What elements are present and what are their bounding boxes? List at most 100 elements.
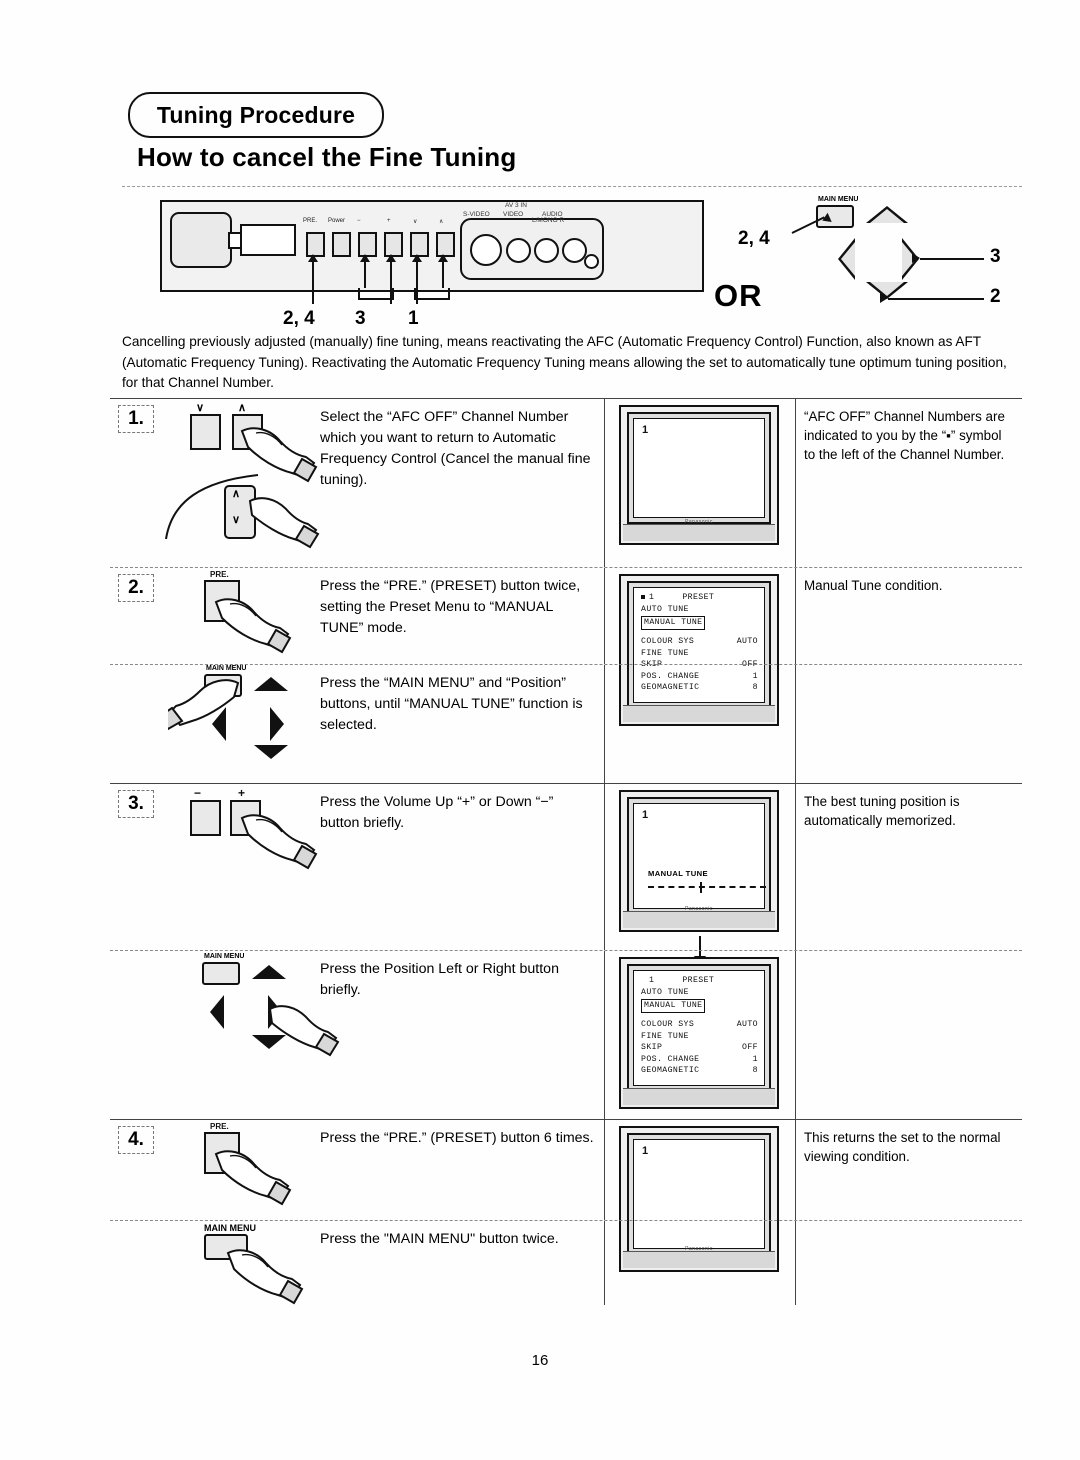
step-row-3: 3. − + Press the Volume Up “+” or Down “… <box>110 783 1022 965</box>
position-right-arrow-icon[interactable] <box>270 707 284 741</box>
osd-setting-label: POS. CHANGE <box>641 1054 700 1064</box>
osd-setting-fine-tune[interactable]: FINE TUNE <box>641 648 758 660</box>
step-number-2: 2. <box>118 574 154 602</box>
osd-title-2: PRESET <box>682 976 715 985</box>
osd-setting-label: SKIP <box>641 1043 663 1053</box>
callout-number-volume: 3 <box>355 308 366 329</box>
step-number-cell-3b <box>110 951 162 1119</box>
osd-setting-colour-sys[interactable]: COLOUR SYS AUTO <box>641 636 758 648</box>
osd-channel: 1 <box>649 593 655 602</box>
caret-up-icon: ∧ <box>238 402 247 414</box>
position-up-arrow-icon[interactable] <box>252 965 286 979</box>
osd-fine-tune-cursor[interactable] <box>700 882 702 893</box>
osd-title-row-2: 1 PRESET <box>641 975 758 987</box>
callout-arrow-channel-down <box>412 254 422 262</box>
panel-jack-large <box>240 224 296 256</box>
step-note-2: Manual Tune condition. <box>804 578 943 593</box>
step-text-2: Press the “PRE.” (PRESET) button twice, … <box>320 578 581 637</box>
step-number-1: 1. <box>118 405 154 433</box>
position-down-arrow-icon[interactable] <box>254 745 288 759</box>
osd-item-manual-tune[interactable]: MANUAL TUNE <box>641 616 706 630</box>
step-tv-cell-4: 1 Panasonic <box>604 1120 796 1272</box>
osd-item-auto-tune[interactable]: AUTO TUNE <box>641 604 758 616</box>
volume-up-symbol: + <box>238 786 246 800</box>
osd-fine-tune-bar[interactable] <box>648 886 766 888</box>
osd-setting-fine-tune-2[interactable]: FINE TUNE <box>641 1031 758 1043</box>
speaker-grille <box>170 212 232 268</box>
step-text-3: Press the Volume Up “+” or Down “−” butt… <box>320 794 554 832</box>
panel-button-volume-up-label: + <box>387 218 391 224</box>
step-note-3b <box>796 951 1022 1119</box>
front-panel-diagram: PRE. Power − + ∨ ∧ AV 3 IN S-VIDEO VIDEO… <box>160 192 704 304</box>
av-label-channels: L/MONO R <box>532 217 565 224</box>
step-note-4b <box>796 1221 1022 1305</box>
step-art-1: ∨ ∧ ∧ ∨ <box>162 399 320 567</box>
step3b-main-menu-button[interactable] <box>202 962 240 985</box>
osd-setting-label: FINE TUNE <box>641 648 689 658</box>
position-left-arrow-icon[interactable] <box>210 995 224 1029</box>
callout-arrow-volume-down <box>360 254 370 262</box>
step3-button-volume-down[interactable] <box>190 800 221 836</box>
osd-setting-skip-2[interactable]: SKIP OFF <box>641 1042 758 1054</box>
step-row-4b: MAIN MENU Press the "MAIN MENU" button t… <box>110 1220 1022 1305</box>
step-note-4: This returns the set to the normal viewi… <box>804 1130 1001 1165</box>
page-title: How to cancel the Fine Tuning <box>137 142 517 172</box>
step-art-3: − + <box>162 784 320 950</box>
tv-illustration-3: 1 MANUAL TUNE Panasonic <box>619 790 779 932</box>
hand-pointer-icon <box>268 1005 340 1057</box>
av-jack-headphone <box>584 254 599 269</box>
osd-setting-geomagnetic-2[interactable]: GEOMAGNETIC 8 <box>641 1065 758 1077</box>
step1-button-channel-down[interactable] <box>190 414 221 450</box>
manual-page: Tuning Procedure How to cancel the Fine … <box>0 0 1080 1460</box>
step-text-4b: Press the "MAIN MENU" button twice. <box>320 1231 559 1247</box>
rocker-down-icon: ∨ <box>232 514 241 526</box>
callout-number-channel: 1 <box>408 308 419 329</box>
callout-arrow-channel-up <box>438 254 448 262</box>
osd-item-auto-tune-2[interactable]: AUTO TUNE <box>641 987 758 999</box>
section-badge-label: Tuning Procedure <box>156 101 356 128</box>
osd-setting-colour-sys-2[interactable]: COLOUR SYS AUTO <box>641 1019 758 1031</box>
position-up-arrow-icon[interactable] <box>254 677 288 691</box>
osd-setting-value: AUTO <box>736 1019 758 1029</box>
step-tv-cell-2: 1 PRESET AUTO TUNE MANUAL TUNE COLOUR SY… <box>604 568 796 726</box>
callout-number-preset: 2, 4 <box>283 308 315 329</box>
callout-arrow-volume-up <box>386 254 396 262</box>
callout-number-right: 3 <box>990 246 1001 267</box>
step-number-3: 3. <box>118 790 154 818</box>
osd-setting-pos-change-2[interactable]: POS. CHANGE 1 <box>641 1054 758 1066</box>
step-number-cell-4: 4. <box>110 1120 162 1220</box>
av-label-top: AV 3 IN <box>505 202 527 209</box>
position-up-arrow-icon[interactable] <box>866 206 908 223</box>
step-text-2b: Press the “MAIN MENU” and “Position” but… <box>320 675 583 734</box>
av-jack-s-video <box>470 234 502 266</box>
step4-button-label: PRE. <box>210 1122 229 1131</box>
panel-button-preset-label: PRE. <box>303 218 318 224</box>
remote-diagram: MAIN MENU 2, 4 3 2 <box>738 192 1020 312</box>
av-label-video: VIDEO <box>503 211 524 218</box>
step-number-cell-2: 2. <box>110 568 162 664</box>
step-note-3: The best tuning position is automaticall… <box>804 794 960 829</box>
step-art-3b: MAIN MENU <box>162 951 340 1119</box>
osd-item-manual-tune-2[interactable]: MANUAL TUNE <box>641 999 706 1013</box>
step2-button-label: PRE. <box>210 570 229 579</box>
osd-channel-2: 1 <box>649 976 655 985</box>
hand-pointer-icon <box>168 679 240 731</box>
callout-number-main-menu: 2, 4 <box>738 228 770 249</box>
av-label-s-video: S-VIDEO <box>463 211 490 218</box>
step-row-3b: MAIN MENU Press the Position Left or Rig… <box>110 950 1022 1119</box>
step4b-main-menu-label: MAIN MENU <box>204 1223 256 1233</box>
header-divider <box>122 186 1022 187</box>
position-left-arrow-icon[interactable] <box>838 238 855 280</box>
panel-button-power[interactable] <box>332 232 351 257</box>
volume-down-symbol: − <box>194 786 202 800</box>
callout-number-down: 2 <box>990 286 1001 307</box>
step2b-main-menu-label: MAIN MENU <box>206 665 247 672</box>
step-art-4: PRE. <box>162 1120 320 1220</box>
callout-brace-volume <box>358 288 394 300</box>
leader-line-down <box>888 298 984 300</box>
av-jack-audio-l <box>534 238 559 263</box>
step-note-2b <box>796 665 1022 783</box>
osd-title: PRESET <box>682 593 715 602</box>
av-input-group <box>460 218 604 280</box>
rocker-up-icon: ∧ <box>232 488 241 500</box>
